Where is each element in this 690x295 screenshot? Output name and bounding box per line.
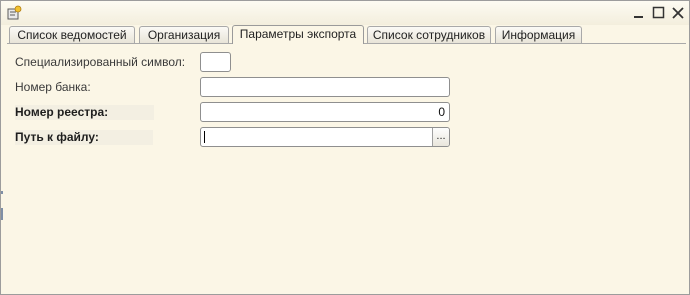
bank-number-label: Номер банка: [15,80,91,94]
tab-statements-list[interactable]: Список ведомостей [9,26,135,43]
app-form-icon[interactable] [6,5,22,21]
tab-bar: Список ведомостей Организация Параметры … [7,25,687,44]
tab-information[interactable]: Информация [495,26,582,43]
registry-number-field[interactable]: 0 [200,102,450,122]
special-symbol-label: Специализированный символ: [15,55,186,69]
edge-marker-top [1,191,3,194]
file-path-field[interactable]: ... [200,127,450,147]
minimize-icon [634,16,643,18]
close-icon [672,7,684,19]
tab-organization[interactable]: Организация [139,26,229,43]
registry-number-label: Номер реестра: [15,105,155,120]
minimize-button[interactable] [631,5,647,21]
maximize-icon [652,6,665,19]
text-caret [204,131,205,143]
file-path-label: Путь к файлу: [15,130,153,145]
edge-marker-bottom [1,208,3,220]
special-symbol-field[interactable] [200,52,231,72]
maximize-button[interactable] [651,5,667,21]
file-select-button[interactable]: ... [432,128,449,146]
export-window: Список ведомостей Организация Параметры … [0,0,690,295]
tab-employees-list[interactable]: Список сотрудников [367,26,491,43]
window-titlebar [1,1,689,25]
tab-export-parameters[interactable]: Параметры экспорта [232,25,364,44]
bank-number-field[interactable] [200,77,450,97]
close-button[interactable] [670,5,686,21]
